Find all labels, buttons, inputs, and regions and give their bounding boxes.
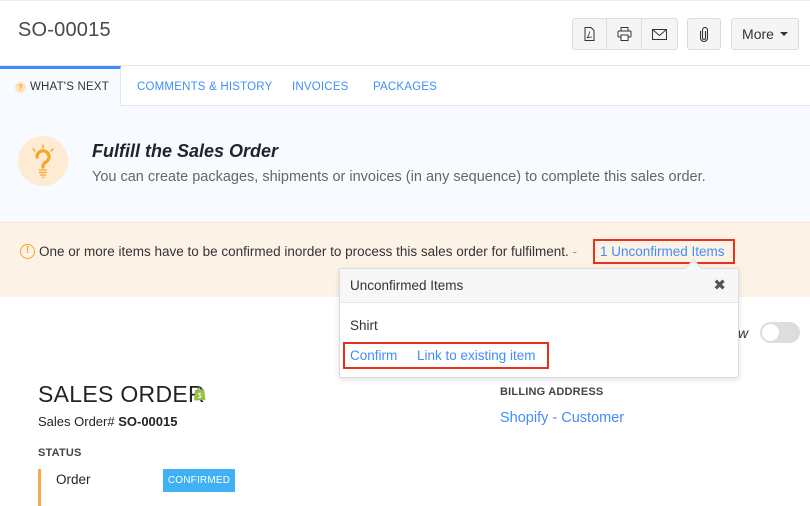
tab-invoices[interactable]: INVOICES [292, 66, 349, 106]
caret-down-icon [779, 32, 788, 36]
view-toggle-switch[interactable] [760, 322, 800, 343]
more-label: More [742, 26, 774, 42]
warning-icon: ! [20, 244, 35, 259]
status-badge: CONFIRMED [163, 469, 235, 492]
attachment-icon [700, 26, 708, 42]
tab-label: WHAT'S NEXT [30, 81, 109, 93]
attachment-group [687, 18, 721, 50]
more-dropdown-button[interactable]: More [731, 18, 799, 50]
warning-message: One or more items have to be confirmed i… [39, 244, 577, 259]
tab-bar: ? WHAT'S NEXT COMMENTS & HISTORY INVOICES… [0, 66, 810, 107]
sales-order-number-label: Sales Order# [38, 414, 115, 429]
attachment-button[interactable] [688, 19, 720, 49]
page-header: SO-00015 More [0, 0, 810, 66]
print-icon [617, 27, 631, 41]
whats-next-description: You can create packages, shipments or in… [92, 169, 706, 185]
pdf-icon [584, 27, 595, 41]
document-actions-group [572, 18, 678, 50]
view-toggle-label: w [738, 325, 749, 341]
print-button[interactable] [607, 19, 642, 49]
email-button[interactable] [642, 19, 677, 49]
warning-separator: - [572, 244, 578, 259]
billing-address-heading: BILLING ADDRESS [500, 386, 604, 398]
whats-next-title: Fulfill the Sales Order [92, 141, 279, 161]
status-indicator-bar [38, 469, 41, 506]
unconfirmed-item-name: Shirt [350, 318, 378, 333]
email-icon [652, 28, 667, 40]
status-key: Order [56, 472, 91, 487]
page-title: SO-00015 [18, 19, 111, 41]
tab-comments-history[interactable]: COMMENTS & HISTORY [137, 66, 272, 106]
pdf-button[interactable] [573, 19, 607, 49]
whats-next-panel: Fulfill the Sales Order You can create p… [0, 106, 810, 222]
idea-bulb-icon [18, 136, 68, 186]
popover-title: Unconfirmed Items [350, 278, 464, 293]
sales-order-number: Sales Order# SO-00015 [38, 414, 177, 429]
status-heading: STATUS [38, 447, 82, 459]
popover-actions: Confirm Link to existing item [343, 342, 549, 369]
tab-packages[interactable]: PACKAGES [373, 66, 437, 106]
confirm-link[interactable]: Confirm [350, 348, 397, 363]
shopify-icon [194, 386, 206, 401]
unconfirmed-items-popover: Unconfirmed Items ✖ Shirt Confirm Link t… [339, 268, 739, 378]
question-icon: ? [15, 82, 26, 93]
link-to-existing-item-link[interactable]: Link to existing item [417, 348, 536, 363]
document-heading: SALES ORDER [38, 381, 205, 407]
close-icon[interactable]: ✖ [713, 269, 726, 303]
sales-order-number-value: SO-00015 [118, 414, 178, 429]
popover-header: Unconfirmed Items ✖ [340, 269, 738, 303]
warning-text: One or more items have to be confirmed i… [39, 244, 569, 259]
unconfirmed-items-link[interactable]: 1 Unconfirmed Items [593, 239, 735, 264]
billing-customer-link[interactable]: Shopify - Customer [500, 410, 624, 426]
tab-whats-next[interactable]: ? WHAT'S NEXT [0, 66, 121, 107]
